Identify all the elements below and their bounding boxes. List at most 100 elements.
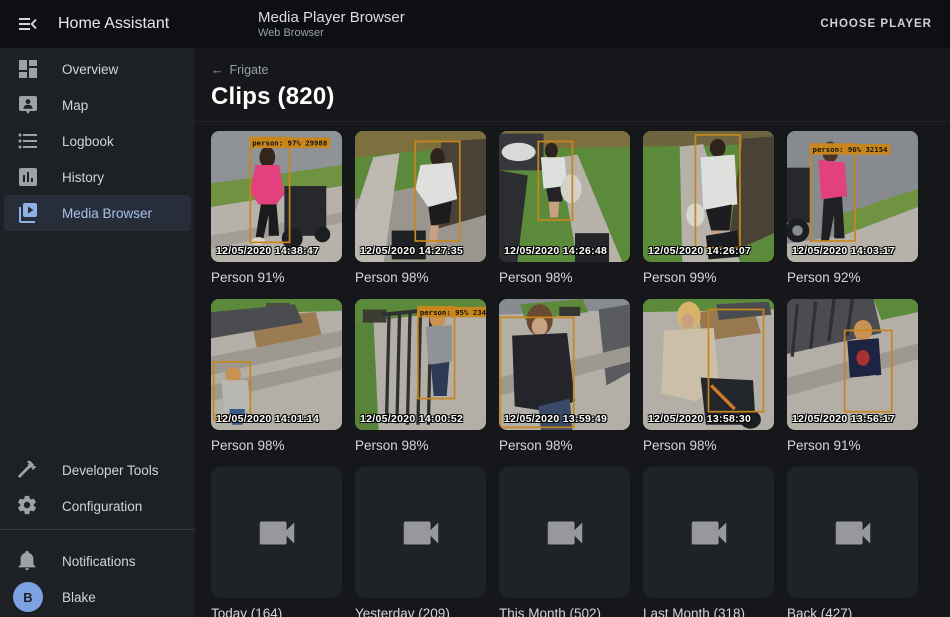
clip-caption: Person 98% [355, 437, 486, 455]
clip-cell: 12/05/2020 14:26:48 Person 98% [499, 131, 630, 287]
choose-player-button[interactable]: CHOOSE PLAYER [820, 18, 932, 30]
folder-cell: Last Month (318) [643, 467, 774, 617]
folder-tile[interactable] [787, 467, 918, 598]
clip-cell: 12/05/2020 14:27:35 Person 98% [355, 131, 486, 287]
sidebar-item-label: History [62, 170, 104, 185]
view-dashboard-icon [16, 57, 40, 81]
clip-caption: Person 91% [211, 269, 342, 287]
app-header: Home Assistant Media Player Browser Web … [0, 0, 950, 48]
folder-tile[interactable] [499, 467, 630, 598]
folder-tile[interactable] [211, 467, 342, 598]
clip-caption: Person 91% [787, 437, 918, 455]
clip-cell: 12/05/2020 13:58:30Person 98% [643, 299, 774, 455]
clip-thumbnail[interactable]: 12/05/2020 13:56:17 [787, 299, 918, 430]
content-header: ← Frigate Clips (820) [195, 48, 950, 122]
clips-grid: person: 97% 29988 12/05/2020 14:38:47 Pers… [195, 122, 950, 617]
clip-thumbnail[interactable]: 12/05/2020 14:01:14 [211, 299, 342, 430]
clip-timestamp-overlay: 12/05/2020 14:26:07 [648, 245, 751, 257]
gear-icon [16, 494, 40, 518]
detection-label: person: 96% 32154 [813, 145, 889, 154]
video-icon [542, 510, 588, 556]
toolbar-subtitle: Web Browser [258, 27, 405, 40]
clip-thumbnail[interactable]: person: 96% 32154 12/05/2020 14:03:17 [787, 131, 918, 262]
breadcrumb-back-link[interactable]: ← Frigate [211, 63, 268, 77]
clip-cell: 12/05/2020 14:01:14 Person 98% [211, 299, 342, 455]
clip-cell: person: 97% 29988 12/05/2020 14:38:47 Pers… [211, 131, 342, 287]
sidebar-item-label: Notifications [62, 554, 136, 569]
video-icon [398, 510, 444, 556]
sidebar-divider [0, 529, 195, 530]
play-box-multiple-icon [16, 201, 40, 225]
clip-caption: Person 98% [499, 269, 630, 287]
clip-timestamp-overlay: 12/05/2020 14:03:17 [792, 245, 895, 257]
hammer-icon [16, 458, 40, 482]
sidebar-item-label: Map [62, 98, 88, 113]
bell-icon [16, 549, 40, 573]
clip-cell: person: 95% 23432 12/05/2020 14:00:52 Pers… [355, 299, 486, 455]
profile-name: Blake [62, 590, 96, 605]
sidebar-item-profile[interactable]: B Blake [4, 579, 191, 615]
video-icon [830, 510, 876, 556]
clip-caption: Person 92% [787, 269, 918, 287]
sidebar-item-configuration[interactable]: Configuration [4, 488, 191, 524]
page-title: Clips (820) [211, 83, 934, 111]
detection-label: person: 97% 29988 [252, 139, 327, 148]
clip-timestamp-overlay: 12/05/2020 13:56:17 [792, 413, 895, 425]
sidebar-item-developer-tools[interactable]: Developer Tools [4, 452, 191, 488]
toolbar-title: Media Player Browser [258, 9, 405, 26]
sidebar: Overview Map Logbook History Media Browser D… [0, 48, 195, 617]
sidebar-item-history[interactable]: History [4, 159, 191, 195]
clip-caption: Person 98% [355, 269, 486, 287]
sidebar-item-notifications[interactable]: Notifications [4, 543, 191, 579]
menu-open-icon[interactable] [16, 12, 40, 36]
folder-caption: Yesterday (209) [355, 605, 486, 617]
folder-cell: Back (427) [787, 467, 918, 617]
main-content: ← Frigate Clips (820) person: 97% 29988 1… [195, 48, 950, 617]
clip-thumbnail[interactable]: person: 97% 29988 12/05/2020 14:38:47 [211, 131, 342, 262]
clip-timestamp-overlay: 12/05/2020 14:38:47 [216, 245, 319, 257]
sidebar-item-label: Developer Tools [62, 463, 159, 478]
chart-box-icon [16, 165, 40, 189]
sidebar-item-logbook[interactable]: Logbook [4, 123, 191, 159]
account-location-icon [16, 93, 40, 117]
clip-thumbnail[interactable]: 12/05/2020 14:26:48 [499, 131, 630, 262]
folder-cell: Yesterday (209) [355, 467, 486, 617]
folder-caption: This Month (502) [499, 605, 630, 617]
clip-caption: Person 99% [643, 269, 774, 287]
clip-caption: Person 98% [499, 437, 630, 455]
clip-thumbnail[interactable]: 12/05/2020 13:58:30 [643, 299, 774, 430]
app-header-left: Home Assistant [0, 12, 195, 36]
clip-thumbnail[interactable]: person: 95% 23432 12/05/2020 14:00:52 [355, 299, 486, 430]
video-icon [254, 510, 300, 556]
sidebar-item-media-browser[interactable]: Media Browser [4, 195, 191, 231]
clip-timestamp-overlay: 12/05/2020 14:00:52 [360, 413, 463, 425]
sidebar-item-label: Configuration [62, 499, 142, 514]
folder-caption: Last Month (318) [643, 605, 774, 617]
folder-caption: Back (427) [787, 605, 918, 617]
avatar: B [13, 582, 43, 612]
folder-tile[interactable] [355, 467, 486, 598]
back-arrow-icon: ← [211, 63, 224, 77]
app-title: Home Assistant [58, 15, 169, 33]
folder-caption: Today (164) [211, 605, 342, 617]
clip-timestamp-overlay: 12/05/2020 13:58:30 [648, 413, 751, 425]
list-bulleted-icon [16, 129, 40, 153]
clip-caption: Person 98% [211, 437, 342, 455]
folder-tile[interactable] [643, 467, 774, 598]
clip-cell: 12/05/2020 13:59:49 Person 98% [499, 299, 630, 455]
sidebar-item-label: Media Browser [62, 206, 152, 221]
sidebar-item-overview[interactable]: Overview [4, 51, 191, 87]
folder-cell: Today (164) [211, 467, 342, 617]
clip-thumbnail[interactable]: 12/05/2020 13:59:49 [499, 299, 630, 430]
clip-thumbnail[interactable]: 12/05/2020 14:27:35 [355, 131, 486, 262]
clip-cell: person: 96% 32154 12/05/2020 14:03:17 Pers… [787, 131, 918, 287]
detection-label: person: 95% 23432 [420, 308, 486, 317]
video-icon [686, 510, 732, 556]
clip-cell: 12/05/2020 14:26:07 Person 99% [643, 131, 774, 287]
sidebar-item-map[interactable]: Map [4, 87, 191, 123]
toolbar-titles: Media Player Browser Web Browser [258, 9, 405, 40]
clip-thumbnail[interactable]: 12/05/2020 14:26:07 [643, 131, 774, 262]
clip-timestamp-overlay: 12/05/2020 14:27:35 [360, 245, 463, 257]
folder-cell: This Month (502) [499, 467, 630, 617]
sidebar-item-label: Logbook [62, 134, 114, 149]
